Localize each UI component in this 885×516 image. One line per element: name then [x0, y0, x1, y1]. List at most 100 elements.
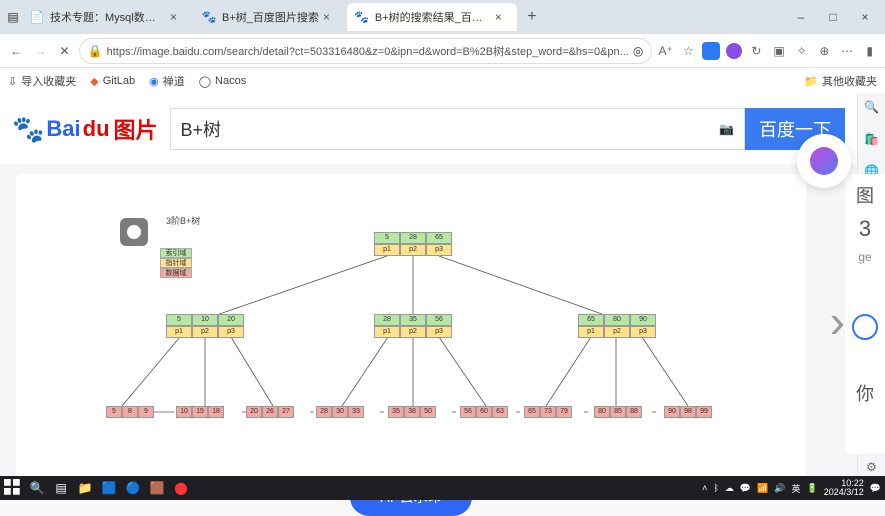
legend-data: 数据域	[160, 268, 192, 278]
ai-assistant-button[interactable]	[797, 134, 851, 188]
leaf-cell: 18	[208, 406, 224, 418]
folder-icon: 📁	[804, 75, 818, 88]
address-bar: ← → ✕ 🔒 https://image.baidu.com/search/d…	[0, 34, 885, 68]
onedrive-tray-icon[interactable]: ☁	[725, 483, 734, 494]
url-field[interactable]: 🔒 https://image.baidu.com/search/detail?…	[79, 38, 653, 64]
other-favorites[interactable]: 📁其他收藏夹	[804, 73, 877, 89]
leaf-node: 589	[106, 406, 154, 418]
right-panel-peek: 图3ge 你	[845, 174, 885, 454]
bluetooth-icon[interactable]: ᛒ	[713, 483, 718, 493]
leaf-cell: 90	[664, 406, 680, 418]
import-icon: ⇩	[8, 75, 17, 88]
search-icon[interactable]: 🔍	[863, 98, 881, 116]
split-icon[interactable]: ▣	[770, 39, 789, 63]
notifications-icon[interactable]: 💬	[870, 483, 881, 494]
read-aloud-icon[interactable]: A⁺	[656, 39, 675, 63]
edge-icon[interactable]: 🟦	[100, 479, 118, 497]
close-window-button[interactable]: ×	[849, 3, 881, 31]
internal-node-2: 28p1 35p2 56p3	[374, 314, 452, 338]
recording-icon[interactable]: ⬤	[172, 479, 190, 497]
leaf-cell: 98	[680, 406, 696, 418]
ime-icon[interactable]: 英	[792, 482, 801, 495]
leaf-cell: 35	[388, 406, 404, 418]
tab-action-icon[interactable]: ▤	[4, 8, 22, 26]
tab-1-title: 技术专题：Mysql数据库（视图...	[50, 9, 166, 25]
leaf-cell: 65	[524, 406, 540, 418]
wechat-icon[interactable]: 💬	[740, 483, 751, 494]
leaf-cell: 63	[492, 406, 508, 418]
leaf-node: 657379	[524, 406, 572, 418]
leaf-cell: 85	[610, 406, 626, 418]
tray-up-icon[interactable]: ˄	[702, 483, 707, 493]
baidu-logo[interactable]: 🐾 Baidu 图片	[12, 113, 158, 145]
app-badge-icon[interactable]	[702, 39, 721, 63]
search-taskbar-icon[interactable]: 🔍	[28, 479, 46, 497]
close-icon[interactable]: ×	[170, 10, 184, 24]
taskview-icon[interactable]: ▤	[52, 479, 70, 497]
paw-icon: 🐾	[12, 114, 44, 145]
baidu-icon: 🐾	[355, 10, 369, 24]
refresh-icon[interactable]: ↻	[747, 39, 766, 63]
sidebar-toggle-icon[interactable]: ▮	[860, 39, 879, 63]
explorer-icon[interactable]: 📁	[76, 479, 94, 497]
start-button[interactable]	[4, 479, 22, 497]
sound-icon[interactable]: 🔊	[774, 483, 785, 494]
tab-2[interactable]: 🐾 B+树_百度图片搜索 ×	[194, 3, 345, 31]
nacos-icon: ◯	[199, 75, 211, 88]
new-tab-button[interactable]: +	[519, 4, 545, 30]
leaf-cell: 56	[460, 406, 476, 418]
cert-icon[interactable]: ◎	[633, 44, 643, 58]
app-icon[interactable]: 🟫	[148, 479, 166, 497]
back-button[interactable]: ←	[6, 38, 26, 64]
leaf-cell: 80	[594, 406, 610, 418]
image-detail-panel: 3阶B+树 索引域 指针域 数据域 5p1 28p2 65p3 5p1	[16, 174, 806, 484]
camera-icon[interactable]: 📷	[719, 122, 734, 136]
fav-zen[interactable]: ◉禅道	[149, 73, 185, 89]
shopping-icon[interactable]: 🛍️	[863, 130, 881, 148]
leaf-cell: 79	[556, 406, 572, 418]
settings-icon[interactable]: ⚙	[863, 458, 881, 476]
image-search-input[interactable]: B+树 📷	[170, 108, 745, 150]
leaf-cell: 5	[106, 406, 122, 418]
page-content: 🔍 🛍️ 🌐 ▦ ✉️ 🔧 ☁️ + ⚙ 🐾 Baidu 图片 B+树 📷 百度…	[0, 94, 885, 476]
clock[interactable]: 10:222024/3/12	[824, 479, 864, 497]
lock-icon: 🔒	[88, 44, 103, 58]
tab-1[interactable]: 📄 技术专题：Mysql数据库（视图... ×	[22, 3, 192, 31]
leaf-cell: 99	[696, 406, 712, 418]
import-favorites[interactable]: ⇩导入收藏夹	[8, 73, 76, 89]
windows-taskbar: 🔍 ▤ 📁 🟦 🔵 🟫 ⬤ ˄ ᛒ ☁ 💬 📶 🔊 英 🔋 10:222024/…	[0, 476, 885, 500]
leaf-cell: 33	[348, 406, 364, 418]
next-image-button[interactable]: ›	[830, 294, 845, 348]
chrome-icon[interactable]: 🔵	[124, 479, 142, 497]
leaf-cell: 15	[192, 406, 208, 418]
system-tray[interactable]: ˄ ᛒ ☁ 💬 📶 🔊 英 🔋 10:222024/3/12 💬	[702, 479, 881, 497]
site-header: 🐾 Baidu 图片 B+树 📷 百度一下	[0, 94, 857, 164]
stop-button[interactable]: ✕	[54, 38, 74, 64]
favorites-bar: ⇩导入收藏夹 ◆GitLab ◉禅道 ◯Nacos 📁其他收藏夹	[0, 68, 885, 94]
fav-gitlab[interactable]: ◆GitLab	[90, 75, 135, 88]
battery-icon[interactable]: 🔋	[807, 483, 818, 494]
collections-icon[interactable]: ✧	[792, 39, 811, 63]
leaf-cell: 27	[278, 406, 294, 418]
leaf-cell: 9	[138, 406, 154, 418]
favorite-icon[interactable]: ☆	[679, 39, 698, 63]
close-icon[interactable]: ×	[323, 10, 337, 24]
thumbnail-brain-icon	[120, 218, 148, 246]
internal-node-1: 5p1 10p2 20p3	[166, 314, 244, 338]
minimize-button[interactable]: –	[785, 3, 817, 31]
downloads-icon[interactable]: ⊕	[815, 39, 834, 63]
forward-button[interactable]: →	[30, 38, 50, 64]
leaf-cell: 8	[122, 406, 138, 418]
fav-nacos[interactable]: ◯Nacos	[199, 75, 247, 88]
search-value: B+树	[181, 116, 720, 142]
network-icon[interactable]: 📶	[757, 483, 768, 494]
leaf-cell: 73	[540, 406, 556, 418]
extension-icon[interactable]	[724, 39, 743, 63]
close-icon[interactable]: ×	[495, 10, 509, 24]
more-icon[interactable]: ⋯	[838, 39, 857, 63]
legend-index: 索引域	[160, 248, 192, 258]
maximize-button[interactable]: □	[817, 3, 849, 31]
internal-node-3: 65p1 80p2 90p3	[578, 314, 656, 338]
leaf-node: 101518	[176, 406, 224, 418]
tab-3[interactable]: 🐾 B+树的搜索结果_百度图片搜索 ×	[347, 3, 517, 31]
